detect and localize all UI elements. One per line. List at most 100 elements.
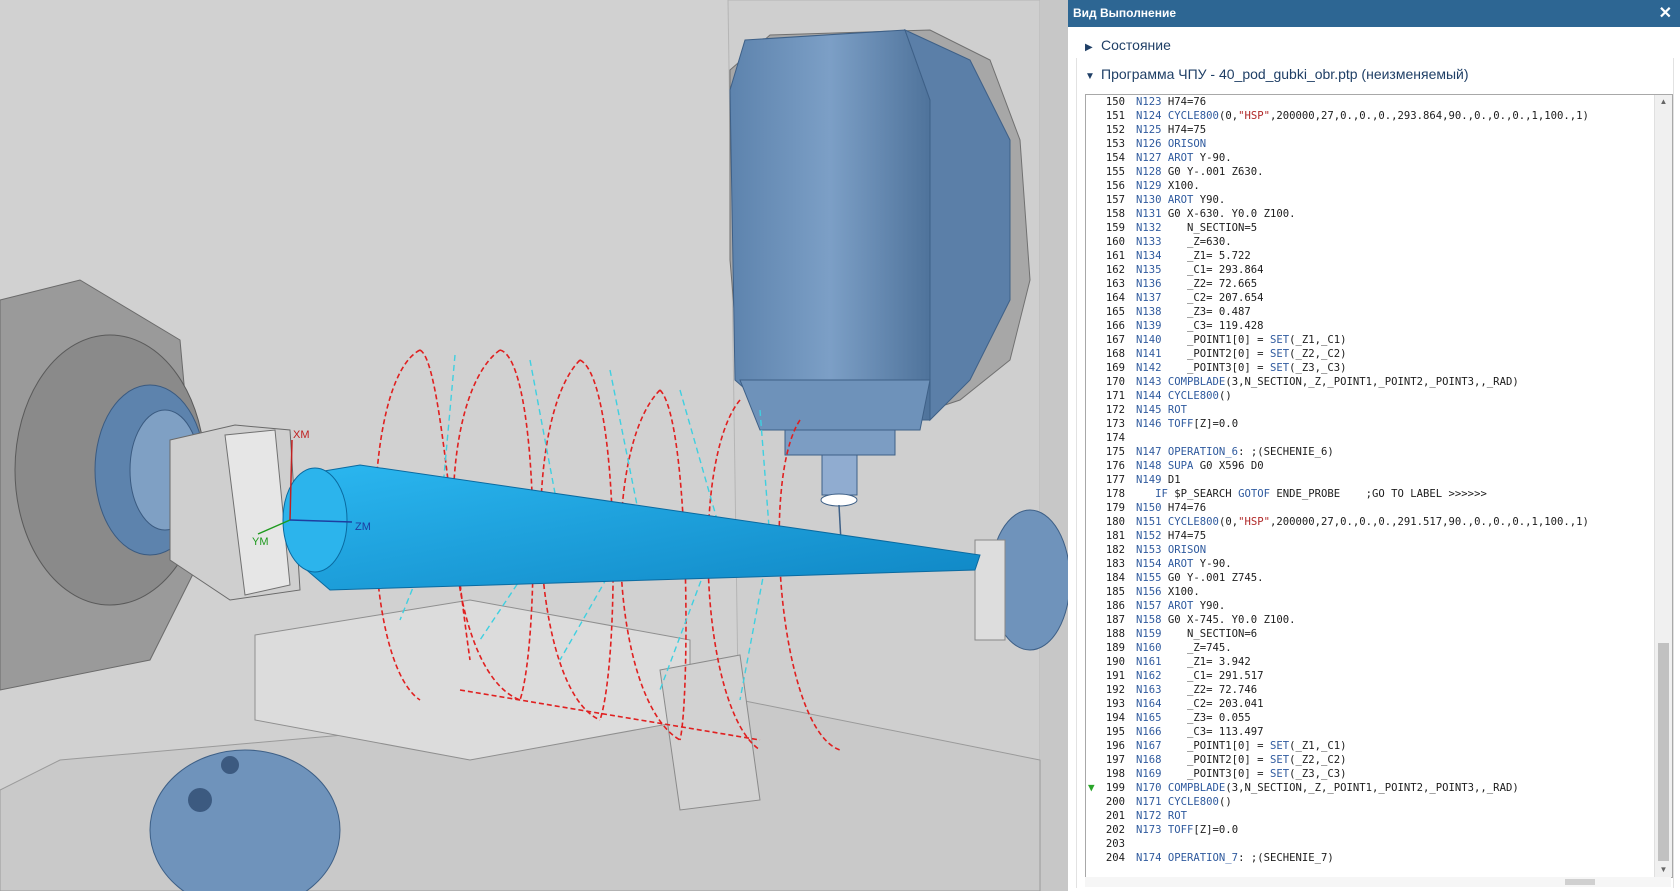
line-number: 158 — [1105, 208, 1125, 220]
code-line[interactable]: 167 N140 _POINT1[0] = SET(_Z1,_C1) — [1086, 333, 1652, 347]
code-line[interactable]: 183 N154 AROT Y-90. — [1086, 557, 1652, 571]
code-line[interactable]: 193 N164 _C2= 203.041 — [1086, 697, 1652, 711]
code-line[interactable]: 151 N124 CYCLE800(0,"HSP",200000,27,0.,0.… — [1086, 109, 1652, 123]
code-line[interactable]: 196 N167 _POINT1[0] = SET(_Z1,_C1) — [1086, 739, 1652, 753]
code-line[interactable]: 177 N149 D1 — [1086, 473, 1652, 487]
line-number: 174 — [1105, 432, 1125, 444]
machine-scene: XM YM ZM — [0, 0, 1068, 891]
line-number: 189 — [1105, 642, 1125, 654]
panel-title-bar: Вид Выполнение ✕ — [1068, 0, 1680, 27]
code-text: N160 _Z=745. — [1136, 642, 1232, 654]
code-line[interactable]: 179 N150 H74=76 — [1086, 501, 1652, 515]
scroll-up-icon[interactable]: ▲ — [1655, 95, 1672, 109]
code-text: N145 ROT — [1136, 404, 1188, 416]
code-line[interactable]: 162 N135 _C1= 293.864 — [1086, 263, 1652, 277]
code-line[interactable]: 175 N147 OPERATION_6: ;(SECHENIE_6) — [1086, 445, 1652, 459]
line-number: 202 — [1105, 824, 1125, 836]
line-number: 155 — [1105, 166, 1125, 178]
code-text: N127 AROT Y-90. — [1136, 152, 1232, 164]
line-number: 191 — [1105, 670, 1125, 682]
code-line[interactable]: 191 N162 _C1= 291.517 — [1086, 669, 1652, 683]
nc-code-view[interactable]: 150 N123 H74=76 151 N124 CYCLE800(0,"HSP",2… — [1085, 94, 1673, 878]
code-line[interactable]: 170 N143 COMPBLADE(3,N_SECTION,_Z,_POINT1… — [1086, 375, 1652, 389]
code-text: N124 CYCLE800(0,"HSP",200000,27,0.,0.,0.… — [1136, 110, 1589, 122]
code-line[interactable]: 153 N126 ORISON — [1086, 137, 1652, 151]
code-line[interactable]: 166 N139 _C3= 119.428 — [1086, 319, 1652, 333]
3d-viewport[interactable]: XM YM ZM — [0, 0, 1068, 891]
code-line[interactable]: 194 N165 _Z3= 0.055 — [1086, 711, 1652, 725]
line-number: 186 — [1105, 600, 1125, 612]
code-line[interactable]: 188 N159 N_SECTION=6 — [1086, 627, 1652, 641]
code-text: N149 D1 — [1136, 474, 1181, 486]
code-line[interactable]: 155 N128 G0 Y-.001 Z630. — [1086, 165, 1652, 179]
code-text: N163 _Z2= 72.746 — [1136, 684, 1258, 696]
code-line[interactable]: 156 N129 X100. — [1086, 179, 1652, 193]
code-line[interactable]: 184 N155 G0 Y-.001 Z745. — [1086, 571, 1652, 585]
code-line[interactable]: 171 N144 CYCLE800() — [1086, 389, 1652, 403]
code-line[interactable]: 187 N158 G0 X-745. Y0.0 Z100. — [1086, 613, 1652, 627]
tool-holder — [821, 454, 858, 496]
section-nc-program[interactable]: ▼ Программа ЧПУ - 40_pod_gubki_obr.ptp (н… — [1085, 66, 1469, 82]
scroll-thumb[interactable] — [1658, 643, 1669, 861]
code-line[interactable]: 192 N163 _Z2= 72.746 — [1086, 683, 1652, 697]
hscroll-thumb[interactable] — [1565, 879, 1595, 885]
code-line[interactable]: 181 N152 H74=75 — [1086, 529, 1652, 543]
code-line[interactable]: 158 N131 G0 X-630. Y0.0 Z100. — [1086, 207, 1652, 221]
code-line[interactable]: 173 N146 TOFF[Z]=0.0 — [1086, 417, 1652, 431]
code-line[interactable]: 165 N138 _Z3= 0.487 — [1086, 305, 1652, 319]
code-line[interactable]: 180 N151 CYCLE800(0,"HSP",200000,27,0.,0.… — [1086, 515, 1652, 529]
code-line[interactable]: 195 N166 _C3= 113.497 — [1086, 725, 1652, 739]
section-status[interactable]: ▶ Состояние — [1085, 37, 1171, 53]
scroll-down-icon[interactable]: ▼ — [1655, 863, 1672, 877]
code-line[interactable]: 154 N127 AROT Y-90. — [1086, 151, 1652, 165]
code-line[interactable]: 163 N136 _Z2= 72.665 — [1086, 277, 1652, 291]
code-text: N162 _C1= 291.517 — [1136, 670, 1264, 682]
spindle-head — [729, 29, 931, 421]
code-text: N164 _C2= 203.041 — [1136, 698, 1264, 710]
code-line[interactable]: 150 N123 H74=76 — [1086, 95, 1652, 109]
code-line[interactable]: 186 N157 AROT Y90. — [1086, 599, 1652, 613]
code-line[interactable]: 201 N172 ROT — [1086, 809, 1652, 823]
code-text: N134 _Z1= 5.722 — [1136, 250, 1251, 262]
code-text: N158 G0 X-745. Y0.0 Z100. — [1136, 614, 1296, 626]
code-line[interactable]: 168 N141 _POINT2[0] = SET(_Z2,_C2) — [1086, 347, 1652, 361]
code-line[interactable]: 176 N148 SUPA G0 X596 D0 — [1086, 459, 1652, 473]
horizontal-scrollbar[interactable] — [1085, 877, 1671, 887]
line-number: 198 — [1105, 768, 1125, 780]
code-text: N174 OPERATION_7: ;(SECHENIE_7) — [1136, 852, 1334, 864]
code-line[interactable]: 189 N160 _Z=745. — [1086, 641, 1652, 655]
code-text: N171 CYCLE800() — [1136, 796, 1232, 808]
code-line[interactable]: 172 N145 ROT — [1086, 403, 1652, 417]
code-line[interactable]: 159 N132 N_SECTION=5 — [1086, 221, 1652, 235]
code-line[interactable]: 204 N174 OPERATION_7: ;(SECHENIE_7) — [1086, 851, 1652, 865]
code-line[interactable]: 182 N153 ORISON — [1086, 543, 1652, 557]
code-line[interactable]: 178 IF $P_SEARCH GOTOF ENDE_PROBE ;GO TO… — [1086, 487, 1652, 501]
code-line[interactable]: 157 N130 AROT Y90. — [1086, 193, 1652, 207]
code-line[interactable]: 161 N134 _Z1= 5.722 — [1086, 249, 1652, 263]
line-number: 163 — [1105, 278, 1125, 290]
code-line[interactable]: 169 N142 _POINT3[0] = SET(_Z3,_C3) — [1086, 361, 1652, 375]
code-line[interactable]: 185 N156 X100. — [1086, 585, 1652, 599]
code-line[interactable]: 152 N125 H74=75 — [1086, 123, 1652, 137]
code-line[interactable]: 199 ▼ N170 COMPBLADE(3,N_SECTION,_Z,_POINT… — [1086, 781, 1652, 795]
code-line[interactable]: 174 — [1086, 431, 1652, 445]
code-line[interactable]: 198 N169 _POINT3[0] = SET(_Z3,_C3) — [1086, 767, 1652, 781]
code-line[interactable]: 164 N137 _C2= 207.654 — [1086, 291, 1652, 305]
code-line[interactable]: 190 N161 _Z1= 3.942 — [1086, 655, 1652, 669]
code-line[interactable]: 203 — [1086, 837, 1652, 851]
code-text: N169 _POINT3[0] = SET(_Z3,_C3) — [1136, 768, 1347, 780]
section-nc-program-label: Программа ЧПУ - 40_pod_gubki_obr.ptp (не… — [1101, 66, 1469, 82]
current-line-arrow-icon: ▼ — [1088, 781, 1095, 794]
code-text: N172 ROT — [1136, 810, 1188, 822]
code-line[interactable]: 202 N173 TOFF[Z]=0.0 — [1086, 823, 1652, 837]
line-number: 172 — [1105, 404, 1125, 416]
axis-label-ym: YM — [252, 536, 269, 548]
code-text: N132 N_SECTION=5 — [1136, 222, 1258, 234]
vertical-scrollbar[interactable]: ▲ ▼ — [1654, 95, 1672, 877]
line-number: 156 — [1105, 180, 1125, 192]
line-number: 180 — [1105, 516, 1125, 528]
code-line[interactable]: 200 N171 CYCLE800() — [1086, 795, 1652, 809]
close-icon[interactable]: ✕ — [1659, 0, 1672, 27]
code-line[interactable]: 160 N133 _Z=630. — [1086, 235, 1652, 249]
code-line[interactable]: 197 N168 _POINT2[0] = SET(_Z2,_C2) — [1086, 753, 1652, 767]
